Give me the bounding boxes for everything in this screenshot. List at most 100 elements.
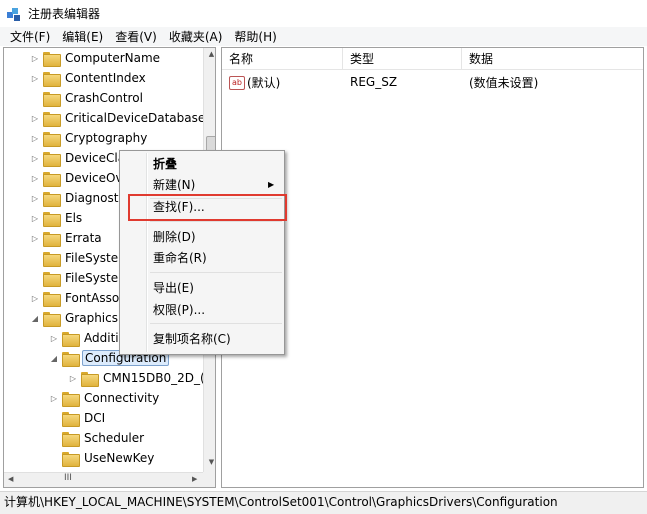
tree-item[interactable]: ▷ Cryptography bbox=[30, 128, 149, 148]
menu-item-export[interactable]: 导出(E) bbox=[153, 278, 194, 298]
tree-item-label: ComputerName bbox=[65, 51, 161, 65]
list-header: 名称 类型 数据 bbox=[222, 48, 643, 70]
tree-item-label: UseNewKey bbox=[84, 451, 155, 465]
collapse-arrow-icon[interactable]: ◢ bbox=[49, 354, 59, 363]
menu-separator bbox=[150, 323, 282, 324]
expand-arrow-icon[interactable]: ▷ bbox=[49, 394, 59, 403]
folder-icon bbox=[43, 251, 61, 267]
menu-view[interactable]: 查看(V) bbox=[109, 28, 163, 45]
folder-icon bbox=[43, 271, 61, 287]
string-value-icon: ab bbox=[229, 76, 245, 90]
tree-item-label: DCI bbox=[84, 411, 106, 425]
menu-edit[interactable]: 编辑(E) bbox=[56, 28, 109, 45]
menu-item-copy-key-name[interactable]: 复制项名称(C) bbox=[153, 329, 231, 349]
expand-arrow-icon[interactable]: ▷ bbox=[30, 174, 40, 183]
tree-item[interactable]: ▷ Connectivity bbox=[49, 388, 161, 408]
menu-help[interactable]: 帮助(H) bbox=[228, 28, 282, 45]
tree-item[interactable]: ▷ Errata bbox=[30, 228, 104, 248]
status-bar-path: 计算机\HKEY_LOCAL_MACHINE\SYSTEM\ControlSet… bbox=[0, 491, 647, 514]
folder-icon bbox=[43, 71, 61, 87]
scroll-left-icon[interactable]: ◀ bbox=[8, 475, 13, 483]
folder-icon bbox=[43, 91, 61, 107]
tree-item-label: Scheduler bbox=[84, 431, 145, 445]
tree-item[interactable]: ◢ GraphicsD bbox=[30, 308, 129, 328]
menu-separator bbox=[150, 221, 282, 222]
folder-icon bbox=[43, 231, 61, 247]
menu-item-permissions[interactable]: 权限(P)... bbox=[153, 300, 205, 320]
highlight-annotation-box bbox=[128, 194, 287, 221]
scroll-grip[interactable]: III bbox=[64, 473, 72, 483]
folder-icon bbox=[62, 391, 80, 407]
menu-item-new[interactable]: 新建(N) bbox=[153, 175, 195, 195]
tree-item[interactable]: ▷ FontAssoc bbox=[30, 288, 128, 308]
tree-item[interactable]: DCI bbox=[49, 408, 107, 428]
expand-arrow-icon[interactable]: ▷ bbox=[30, 114, 40, 123]
tree-item-label: CrashControl bbox=[65, 91, 143, 105]
tree-item[interactable]: ▷ Els bbox=[30, 208, 84, 228]
tree-item-label: Diagnosti bbox=[65, 191, 122, 205]
menu-item-delete[interactable]: 删除(D) bbox=[153, 227, 196, 247]
menu-file[interactable]: 文件(F) bbox=[4, 28, 56, 45]
tree-item[interactable]: ▷ ContentIndex bbox=[30, 68, 148, 88]
collapse-arrow-icon[interactable]: ◢ bbox=[30, 314, 40, 323]
tree-item[interactable]: ▷ CMN15DB0_2D_( bbox=[68, 368, 207, 388]
folder-icon bbox=[43, 291, 61, 307]
expand-arrow-icon[interactable]: ▷ bbox=[49, 334, 59, 343]
column-data[interactable]: 数据 bbox=[462, 48, 643, 70]
tree-item[interactable]: ▷ DeviceOv bbox=[30, 168, 125, 188]
expand-arrow-icon[interactable]: ▷ bbox=[68, 374, 78, 383]
tree-item[interactable]: ▷ DeviceCla bbox=[30, 148, 127, 168]
folder-icon bbox=[43, 311, 61, 327]
folder-icon bbox=[81, 371, 99, 387]
menu-bar: 文件(F) 编辑(E) 查看(V) 收藏夹(A) 帮助(H) bbox=[0, 27, 647, 46]
tree-item[interactable]: UseNewKey bbox=[49, 448, 156, 468]
scroll-up-icon[interactable]: ▲ bbox=[204, 50, 215, 58]
value-name: (默认) bbox=[247, 75, 281, 90]
menu-favorites[interactable]: 收藏夹(A) bbox=[163, 28, 229, 45]
tree-item[interactable]: CrashControl bbox=[30, 88, 145, 108]
expand-arrow-icon[interactable]: ▷ bbox=[30, 194, 40, 203]
column-name[interactable]: 名称 bbox=[222, 48, 343, 70]
expand-arrow-icon[interactable]: ▷ bbox=[30, 134, 40, 143]
folder-icon bbox=[43, 211, 61, 227]
menu-item-rename[interactable]: 重命名(R) bbox=[153, 248, 207, 268]
tree-horizontal-scrollbar[interactable]: ◀ III ▶ bbox=[4, 472, 203, 487]
folder-icon bbox=[62, 431, 80, 447]
tree-item[interactable]: ▷ ComputerName bbox=[30, 48, 162, 68]
folder-icon bbox=[43, 51, 61, 67]
tree-item[interactable]: ▷ Diagnosti bbox=[30, 188, 124, 208]
tree-item[interactable]: FileSysten bbox=[30, 248, 128, 268]
tree-item-label: Cryptography bbox=[65, 131, 148, 145]
tree-item-label: CriticalDeviceDatabase bbox=[65, 111, 206, 125]
registry-editor-icon bbox=[6, 6, 22, 22]
tree-item-label: Errata bbox=[65, 231, 102, 245]
folder-icon bbox=[43, 191, 61, 207]
tree-item[interactable]: Scheduler bbox=[49, 428, 146, 448]
folder-icon bbox=[43, 151, 61, 167]
tree-item-label: CMN15DB0_2D_( bbox=[103, 371, 205, 385]
folder-icon bbox=[43, 111, 61, 127]
open-folder-icon bbox=[62, 351, 80, 367]
scroll-right-icon[interactable]: ▶ bbox=[192, 475, 197, 483]
expand-arrow-icon[interactable]: ▷ bbox=[30, 234, 40, 243]
tree-item[interactable]: FileSysten bbox=[30, 268, 128, 288]
folder-icon bbox=[43, 131, 61, 147]
column-type[interactable]: 类型 bbox=[343, 48, 462, 70]
menu-separator bbox=[150, 272, 282, 273]
expand-arrow-icon[interactable]: ▷ bbox=[30, 294, 40, 303]
tree-item-label: Connectivity bbox=[84, 391, 160, 405]
folder-icon bbox=[43, 171, 61, 187]
scroll-down-icon[interactable]: ▼ bbox=[204, 458, 215, 466]
context-menu: 折叠 新建(N) ▶ 查找(F)... 删除(D) 重命名(R) 导出(E) 权… bbox=[119, 150, 285, 355]
expand-arrow-icon[interactable]: ▷ bbox=[30, 214, 40, 223]
value-data: (数值未设置) bbox=[469, 75, 539, 90]
menu-item-collapse[interactable]: 折叠 bbox=[153, 154, 177, 174]
tree-item[interactable]: ▷ Additio bbox=[49, 328, 128, 348]
value-row[interactable]: ab (默认) REG_SZ (数值未设置) bbox=[222, 72, 643, 92]
expand-arrow-icon[interactable]: ▷ bbox=[30, 154, 40, 163]
expand-arrow-icon[interactable]: ▷ bbox=[30, 74, 40, 83]
expand-arrow-icon[interactable]: ▷ bbox=[30, 54, 40, 63]
tree-item[interactable]: ▷ CriticalDeviceDatabase bbox=[30, 108, 207, 128]
value-type: REG_SZ bbox=[350, 75, 398, 89]
tree-item-label: DeviceOv bbox=[65, 171, 123, 185]
